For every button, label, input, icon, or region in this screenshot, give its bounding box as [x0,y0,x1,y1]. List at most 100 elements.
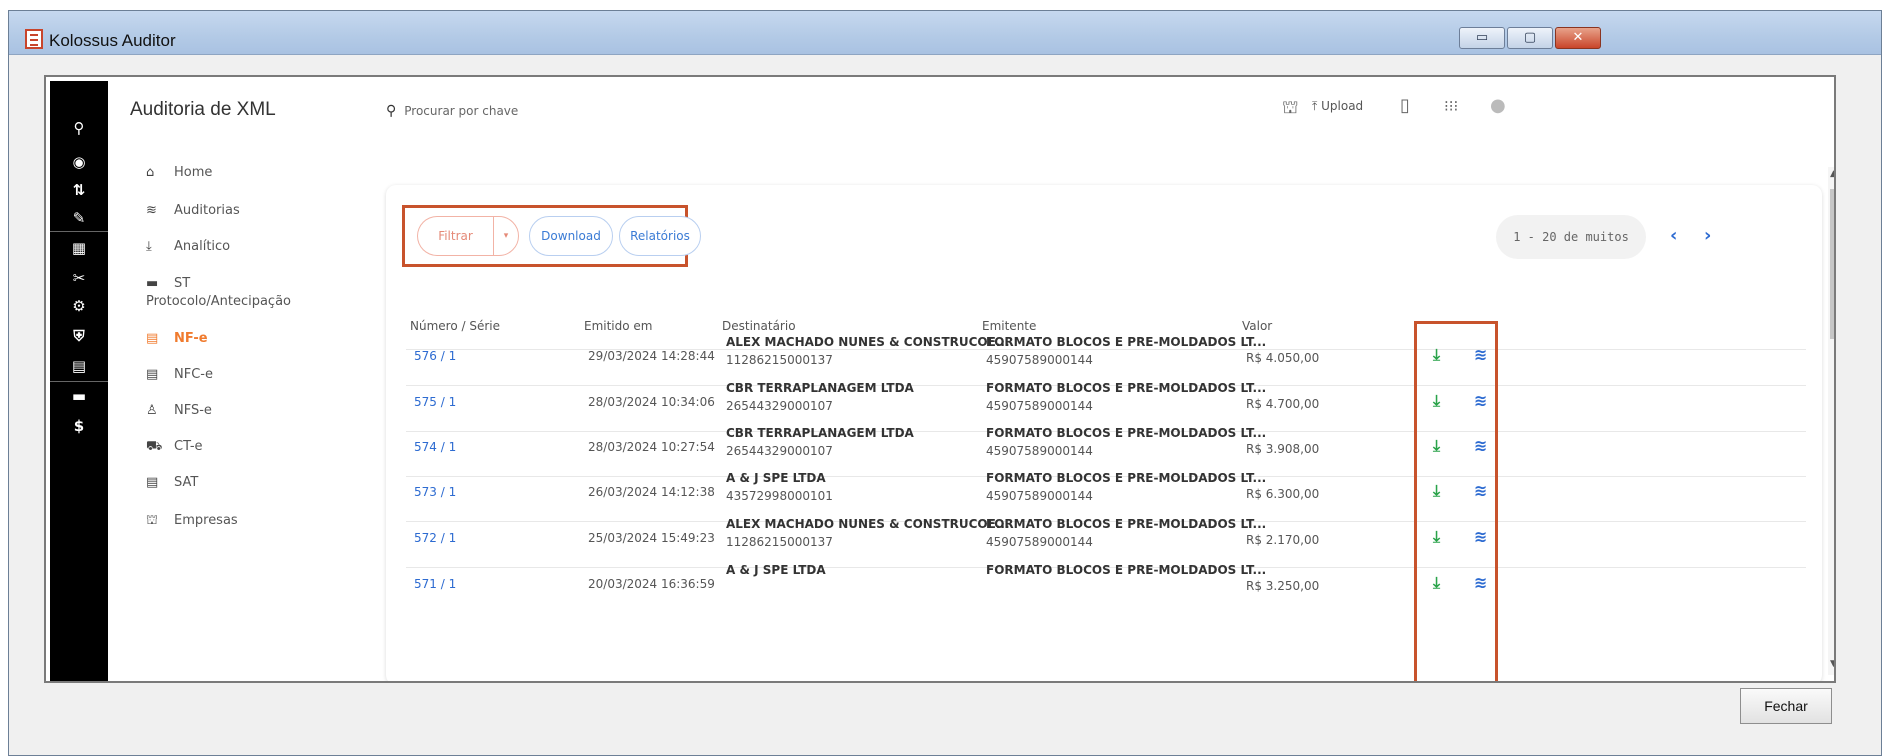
pencil-icon[interactable]: ✎ [68,209,90,227]
recipient-name: A & J SPE LTDA [726,563,826,577]
clipboard-icon[interactable]: ▯ [1400,95,1410,116]
invoice-value: R$ 6.300,00 [1246,487,1320,501]
invoice-number-link[interactable]: 574 / 1 [414,440,456,454]
minimize-button[interactable]: ▭ [1459,27,1505,49]
issuer-doc: 45907589000144 [986,399,1093,413]
issuer: FORMATO BLOCOS E PRE-MOLDADOS LT... [986,563,1266,581]
dollar-icon[interactable]: $ [68,417,90,435]
download-button[interactable]: Download [529,216,613,256]
issuer: FORMATO BLOCOS E PRE-MOLDADOS LT... 45907… [986,517,1266,549]
database-icon: ≋ [146,203,157,218]
sidebar-item-auditorias[interactable]: ≋ Auditorias [146,203,240,218]
sidebar-item-label: NF-e [174,331,208,346]
download-xml-icon[interactable]: ⤓ [1433,527,1440,547]
database-icon[interactable]: ≋ [1474,345,1487,364]
window-title: Kolossus Auditor [49,31,176,50]
database-icon[interactable]: ≋ [1474,527,1487,546]
sidebar-item-label: Auditorias [174,203,240,218]
issuer: FORMATO BLOCOS E PRE-MOLDADOS LT... 45907… [986,471,1266,503]
recipient-name: ALEX MACHADO NUNES & CONSTRUCOE... [726,517,1010,531]
issuer-doc: 45907589000144 [986,353,1093,367]
upload-button[interactable]: ⤒ Upload [1312,99,1363,114]
issuer-name: FORMATO BLOCOS E PRE-MOLDADOS LT... [986,335,1267,349]
database-icon[interactable]: ≋ [1474,573,1487,592]
download-xml-icon[interactable]: ⤓ [1433,573,1440,593]
scroll-thumb[interactable] [1830,189,1834,339]
download-icon: ⤓ [146,239,152,254]
search-input[interactable]: Procurar por chave [404,104,518,118]
invoice-value: R$ 4.700,00 [1246,397,1320,411]
download-xml-icon[interactable]: ⤓ [1433,345,1440,365]
sidebar-item-analitico[interactable]: ⤓ Analítico [146,239,230,254]
sidebar-item-home[interactable]: ⌂ Home [146,165,212,180]
scroll-down-icon[interactable]: ▼ [1830,659,1834,669]
database-icon[interactable]: ≋ [1474,481,1487,500]
download-xml-icon[interactable]: ⤓ [1433,391,1440,411]
invoice-icon: ▤ [146,475,159,490]
sidebar-item-label: SAT [174,475,199,490]
transfer-icon[interactable]: ⇅ [68,181,90,199]
invoice-value: R$ 4.050,00 [1246,351,1320,365]
recipient: CBR TERRAPLANAGEM LTDA 26544329000107 [726,426,914,458]
list-icon: ▬ [146,276,159,291]
issue-date: 26/03/2024 14:12:38 [588,485,715,499]
filter-button[interactable]: Filtrar [417,216,493,256]
sidebar-item-nfce[interactable]: ▤ NFC-e [146,367,213,382]
recipient-doc: 26544329000107 [726,444,833,458]
vertical-scrollbar[interactable]: ▲ ▼ [1828,167,1834,675]
download-xml-icon[interactable]: ⤓ [1433,436,1440,456]
sidebar-item-label: Analítico [174,239,231,254]
clipboard-icon[interactable]: ▤ [68,357,90,375]
invoice-number-link[interactable]: 576 / 1 [414,349,456,363]
home-icon: ⌂ [146,165,155,180]
issuer: FORMATO BLOCOS E PRE-MOLDADOS LT... 45907… [986,426,1266,458]
issuer-name: FORMATO BLOCOS E PRE-MOLDADOS LT... [986,471,1267,485]
issue-date: 28/03/2024 10:34:06 [588,395,715,409]
search-bar[interactable]: ⚲ Procurar por chave [386,103,518,119]
gear-user-icon[interactable]: ⚙ [68,297,90,315]
filter-dropdown-button[interactable]: ▾ [493,216,519,256]
recipient: ALEX MACHADO NUNES & CONSTRUCOE... 112862… [726,517,1010,549]
sidebar-item-nfe[interactable]: ▤ NF-e [146,331,208,346]
tools-icon[interactable]: ✂ [68,269,90,287]
maximize-button[interactable]: ▢ [1507,27,1553,49]
recipient: ALEX MACHADO NUNES & CONSTRUCOE... 112862… [726,335,1010,367]
eye-icon[interactable]: ◉ [68,153,90,171]
next-page-button[interactable]: › [1704,225,1711,246]
recipient: A & J SPE LTDA 43572998000101 [726,471,833,503]
invoice-number-link[interactable]: 573 / 1 [414,485,456,499]
sidebar-item-st-protocolo[interactable]: ▬ ST Protocolo/Antecipação [146,275,306,311]
invoice-value: R$ 3.908,00 [1246,442,1320,456]
search-icon: ⚲ [386,103,397,119]
issue-date: 20/03/2024 16:36:59 [588,577,715,591]
scroll-up-icon[interactable]: ▲ [1830,169,1834,179]
sidebar-item-sat[interactable]: ▤ SAT [146,475,198,490]
bank-icon[interactable]: ⛫ [1282,97,1299,121]
table-row[interactable]: 571 / 1 20/03/2024 16:36:59 A & J SPE LT… [386,559,1806,613]
invoice-number-link[interactable]: 571 / 1 [414,577,456,591]
pagination-range: 1 - 20 de muitos [1496,215,1646,259]
database-icon[interactable]: ≋ [1474,391,1487,410]
sidebar-item-cte[interactable]: ⛟ CT-e [146,439,203,456]
close-button[interactable]: Fechar [1740,688,1832,724]
avatar[interactable]: ● [1490,95,1506,116]
close-window-button[interactable]: ✕ [1555,27,1601,49]
shield-icon[interactable]: ⛨ [68,327,90,345]
download-xml-icon[interactable]: ⤓ [1433,481,1440,501]
search-icon[interactable]: ⚲ [68,119,90,137]
reports-button[interactable]: Relatórios [619,216,701,256]
invoice-value: R$ 2.170,00 [1246,533,1320,547]
prev-page-button[interactable]: ‹ [1670,225,1677,246]
issuer-doc: 45907589000144 [986,444,1093,458]
page-title: Auditoria de XML [130,99,276,120]
sidebar-item-empresas[interactable]: ⛫ Empresas [146,513,238,530]
map-icon[interactable]: ▦ [68,239,90,257]
sidebar-item-label: NFS-e [174,403,212,418]
card-icon[interactable]: ▬ [68,387,90,405]
invoice-number-link[interactable]: 572 / 1 [414,531,456,545]
invoice-number-link[interactable]: 575 / 1 [414,395,456,409]
apps-grid-icon[interactable]: ⁝⁝⁝ [1444,97,1458,115]
database-icon[interactable]: ≋ [1474,436,1487,455]
upload-label: Upload [1321,99,1364,113]
sidebar-item-nfse[interactable]: ♙ NFS-e [146,403,212,418]
